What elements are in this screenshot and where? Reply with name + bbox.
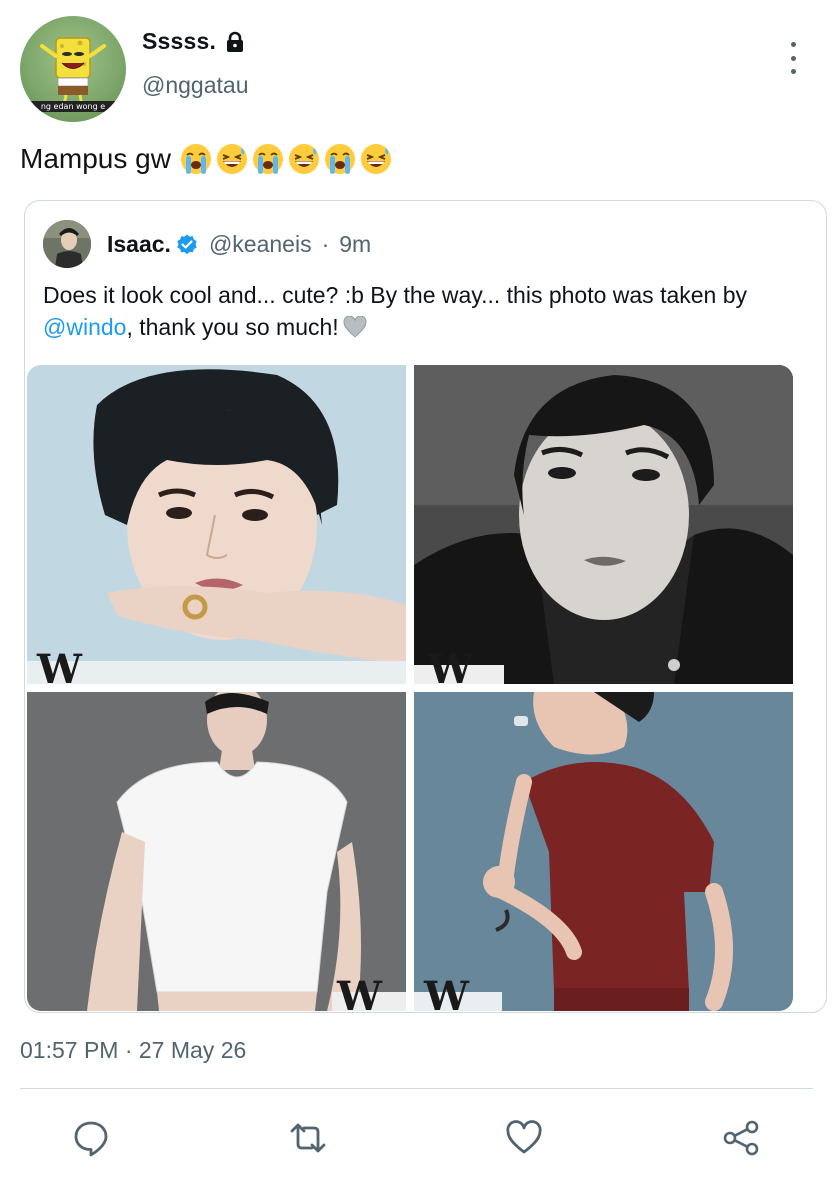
author-avatar[interactable]: ng edan wong e	[20, 16, 126, 122]
quoted-tweet[interactable]: Isaac. @keaneis · 9m Does it look cool a…	[24, 200, 827, 1013]
action-bar	[0, 1110, 833, 1170]
photo-3-magazine-mark: W	[336, 973, 383, 1011]
retweet-button[interactable]	[284, 1110, 332, 1166]
photo-1-magazine-mark: W	[36, 646, 83, 684]
photo-4[interactable]: W	[414, 692, 793, 1011]
photo-1[interactable]: W	[27, 365, 406, 684]
photo-1-art: W	[27, 365, 406, 684]
more-options-icon[interactable]	[783, 38, 803, 78]
retweet-icon	[290, 1123, 326, 1153]
like-button[interactable]	[500, 1110, 548, 1166]
photo-grid: W W W W	[27, 365, 793, 1011]
share-icon	[723, 1120, 759, 1156]
quoted-author-avatar[interactable]	[43, 220, 91, 268]
mention-link[interactable]: @windo	[43, 314, 126, 340]
quoted-handle: @keaneis	[208, 231, 312, 257]
photo-2-magazine-mark: W	[427, 646, 474, 684]
divider	[20, 1088, 813, 1089]
photo-3-art: W	[27, 692, 406, 1011]
tweet-header: ng edan wong e Sssss. @nggatau	[20, 16, 813, 122]
like-icon	[506, 1120, 542, 1154]
photo-3[interactable]: W	[27, 692, 406, 1011]
tweet-timestamp[interactable]: 01:57 PM · 27 May 26	[20, 1037, 246, 1064]
author-display-name[interactable]: Sssss.	[142, 28, 246, 55]
grey-heart-icon	[343, 316, 367, 338]
photo-2-art: W	[414, 365, 793, 684]
loudly-crying-face-icon	[180, 144, 211, 174]
author-handle[interactable]: @nggatau	[142, 72, 249, 99]
reply-icon	[74, 1121, 108, 1157]
tweet-text: Mampus gw	[20, 142, 393, 176]
avatar-caption: ng edan wong e	[30, 101, 116, 112]
author-name-text: Sssss.	[142, 28, 217, 54]
quoted-text-before: Does it look cool and... cute? :b By the…	[43, 282, 748, 308]
verified-badge-icon	[177, 234, 197, 254]
emoji-row	[179, 142, 393, 176]
quoted-avatar-art	[43, 220, 91, 268]
quoted-display-name: Isaac.	[107, 231, 171, 257]
grinning-squinting-face-icon	[216, 144, 247, 174]
quoted-author-line[interactable]: Isaac. @keaneis · 9m	[107, 231, 371, 258]
share-button[interactable]	[717, 1110, 765, 1166]
quoted-separator: ·	[321, 231, 330, 257]
loudly-crying-face-icon	[324, 144, 355, 174]
photo-2[interactable]: W	[414, 365, 793, 684]
grinning-squinting-face-icon	[288, 144, 319, 174]
grinning-squinting-face-icon	[360, 144, 391, 174]
quoted-text: Does it look cool and... cute? :b By the…	[43, 279, 813, 343]
quoted-time: 9m	[339, 231, 372, 257]
lock-icon	[227, 31, 244, 52]
reply-button[interactable]	[67, 1110, 115, 1166]
photo-4-magazine-mark: W	[423, 973, 470, 1011]
quoted-text-after: , thank you so much!	[126, 314, 339, 340]
photo-4-art: W	[414, 692, 793, 1011]
tweet-text-content: Mampus gw	[20, 143, 171, 174]
loudly-crying-face-icon	[252, 144, 283, 174]
